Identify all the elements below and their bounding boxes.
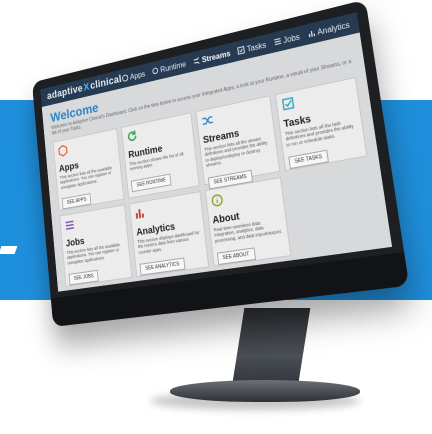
shuffle-icon [200, 113, 214, 129]
tile-tasks[interactable]: Tasks This section lists all the task de… [275, 77, 368, 171]
see-runtime-button[interactable]: SEE RUNTIME [131, 173, 172, 192]
see-analytics-button[interactable]: SEE ANALYTICS [140, 258, 186, 276]
tile-apps[interactable]: Apps This section lists all the availabl… [53, 128, 125, 211]
nav-apps[interactable]: Apps [121, 69, 145, 83]
see-jobs-button[interactable]: SEE JOBS [69, 270, 100, 286]
nav-analytics-label: Analytics [317, 20, 351, 37]
see-about-button[interactable]: SEE ABOUT [216, 248, 256, 266]
nav-runtime-label: Runtime [160, 59, 187, 74]
apps-icon [121, 74, 128, 83]
tile-about[interactable]: About Real-time seamless data integratio… [204, 177, 291, 267]
info-icon [209, 192, 224, 208]
nav-jobs[interactable]: Jobs [273, 32, 300, 47]
analytics-icon [307, 29, 316, 39]
streams-icon [193, 56, 201, 65]
checkbox-icon [280, 95, 296, 112]
nav-tasks[interactable]: Tasks [237, 40, 267, 56]
refresh-icon [126, 128, 139, 144]
barchart-icon [134, 206, 147, 222]
tile-runtime[interactable]: Runtime This section shows the list of a… [121, 112, 199, 198]
nav-about-label: About [367, 12, 390, 24]
list-icon [64, 218, 76, 233]
nav-streams-label: Streams [201, 49, 231, 64]
tile-streams[interactable]: Streams This section lists all the strea… [195, 95, 280, 185]
nav-about[interactable]: About [357, 12, 391, 27]
about-icon [357, 16, 367, 26]
see-tasks-button[interactable]: SEE TASKS [288, 150, 329, 170]
monitor-perspective: adaptiveXclinical Apps Runtime Streams [0, 0, 432, 434]
dashboard-content: Welcome Welcome to Adaptive Clinical's D… [42, 32, 392, 291]
tile-analytics[interactable]: Analytics This section displays dashboar… [129, 191, 209, 277]
cube-icon [57, 143, 69, 158]
jobs-icon [273, 37, 282, 47]
nav-apps-label: Apps [129, 69, 145, 81]
monitor: adaptiveXclinical Apps Runtime Streams [32, 0, 409, 327]
tile-jobs[interactable]: Jobs This section lists all the availabl… [59, 204, 132, 287]
tasks-icon [237, 46, 245, 55]
runtime-icon [151, 66, 159, 75]
nav-jobs-label: Jobs [283, 32, 301, 45]
nav-tasks-label: Tasks [246, 40, 266, 53]
see-apps-button[interactable]: SEE APPS [62, 193, 92, 209]
screen: adaptiveXclinical Apps Runtime Streams [40, 12, 392, 292]
